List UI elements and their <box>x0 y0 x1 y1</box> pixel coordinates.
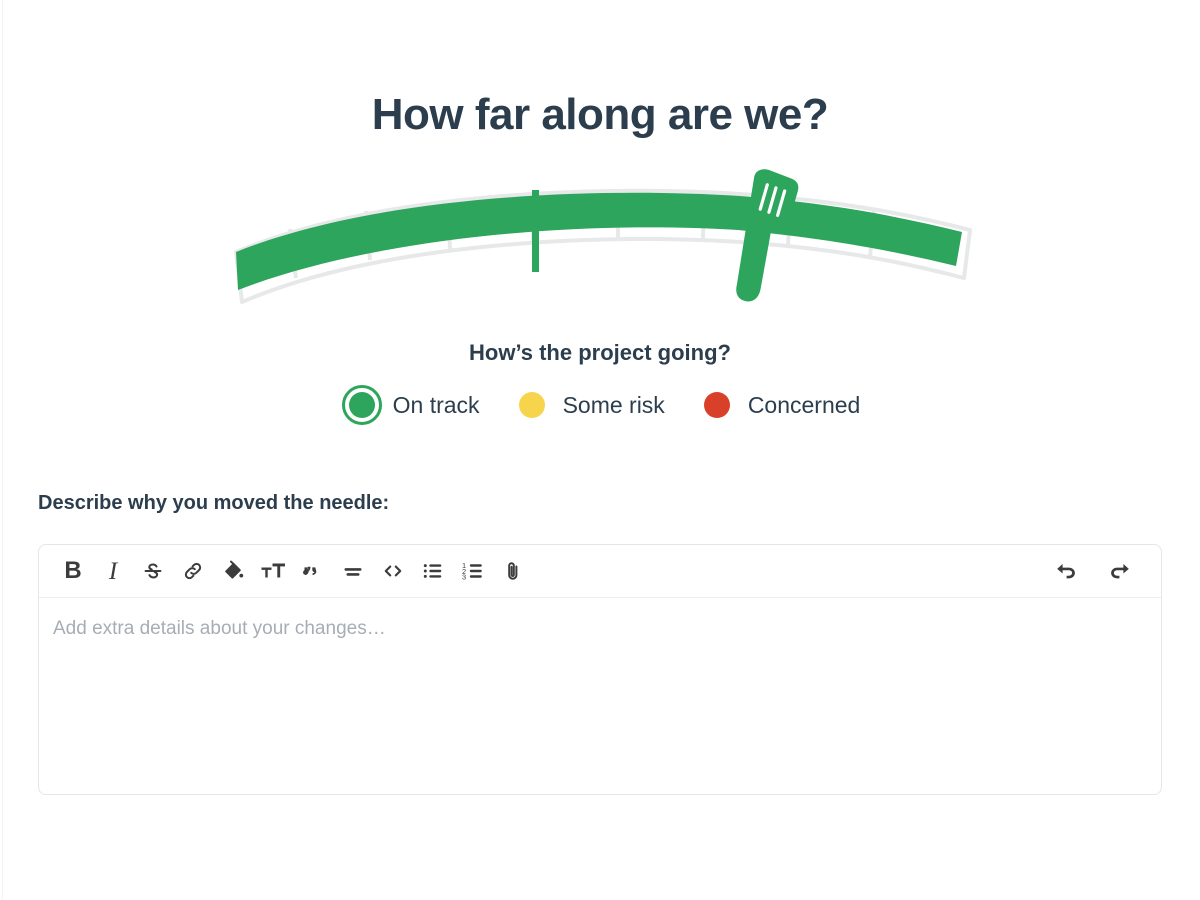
status-dot-some-risk-holder <box>510 383 554 427</box>
description-textarea[interactable]: Add extra details about your changes… <box>39 598 1161 794</box>
undo-icon[interactable] <box>1047 551 1087 591</box>
italic-glyph: I <box>108 557 118 585</box>
status-option-some-risk[interactable]: Some risk <box>510 383 665 427</box>
status-option-on-track[interactable]: On track <box>340 383 480 427</box>
page-title: How far along are we? <box>371 90 829 139</box>
status-option-label-concerned: Concerned <box>747 391 861 418</box>
status-dot-concerned[interactable] <box>703 392 730 418</box>
italic-icon[interactable]: I <box>93 551 133 591</box>
status-option-label-on-track: On track <box>392 391 480 418</box>
status-question-label: How’s the project going? <box>469 340 731 365</box>
status-dot-on-track-holder <box>340 383 384 427</box>
progress-needle-gauge[interactable] <box>180 168 1020 333</box>
strikethrough-icon[interactable] <box>133 551 173 591</box>
editor-toolbar-left-group: B I 1 2 3 <box>53 551 533 591</box>
status-dot-concerned-holder <box>695 383 739 427</box>
describe-field-label: Describe why you moved the needle: <box>38 492 390 514</box>
bold-glyph: B <box>64 557 82 584</box>
redo-icon[interactable] <box>1099 551 1139 591</box>
status-option-label-some-risk: Some risk <box>562 391 665 418</box>
status-dot-some-risk[interactable] <box>518 392 545 418</box>
bold-icon[interactable]: B <box>53 551 93 591</box>
quote-icon[interactable] <box>293 551 333 591</box>
rich-text-editor: B I 1 2 3 Add extra details about your c… <box>38 544 1162 795</box>
bulleted-list-icon[interactable] <box>413 551 453 591</box>
highlight-icon[interactable] <box>213 551 253 591</box>
code-icon[interactable] <box>373 551 413 591</box>
description-placeholder: Add extra details about your changes… <box>53 618 386 639</box>
svg-text:3: 3 <box>462 573 466 582</box>
status-options-group: On track Some risk Concerned <box>0 383 1200 427</box>
editor-toolbar-right-group <box>1047 551 1147 591</box>
editor-toolbar: B I 1 2 3 <box>39 545 1161 598</box>
status-option-concerned[interactable]: Concerned <box>695 383 861 427</box>
text-size-icon[interactable] <box>253 551 293 591</box>
numbered-list-icon[interactable]: 1 2 3 <box>453 551 493 591</box>
attachment-icon[interactable] <box>493 551 533 591</box>
divider-icon[interactable] <box>333 551 373 591</box>
gauge-milestone-marker <box>532 190 539 272</box>
link-icon[interactable] <box>173 551 213 591</box>
status-dot-on-track[interactable] <box>341 385 382 425</box>
